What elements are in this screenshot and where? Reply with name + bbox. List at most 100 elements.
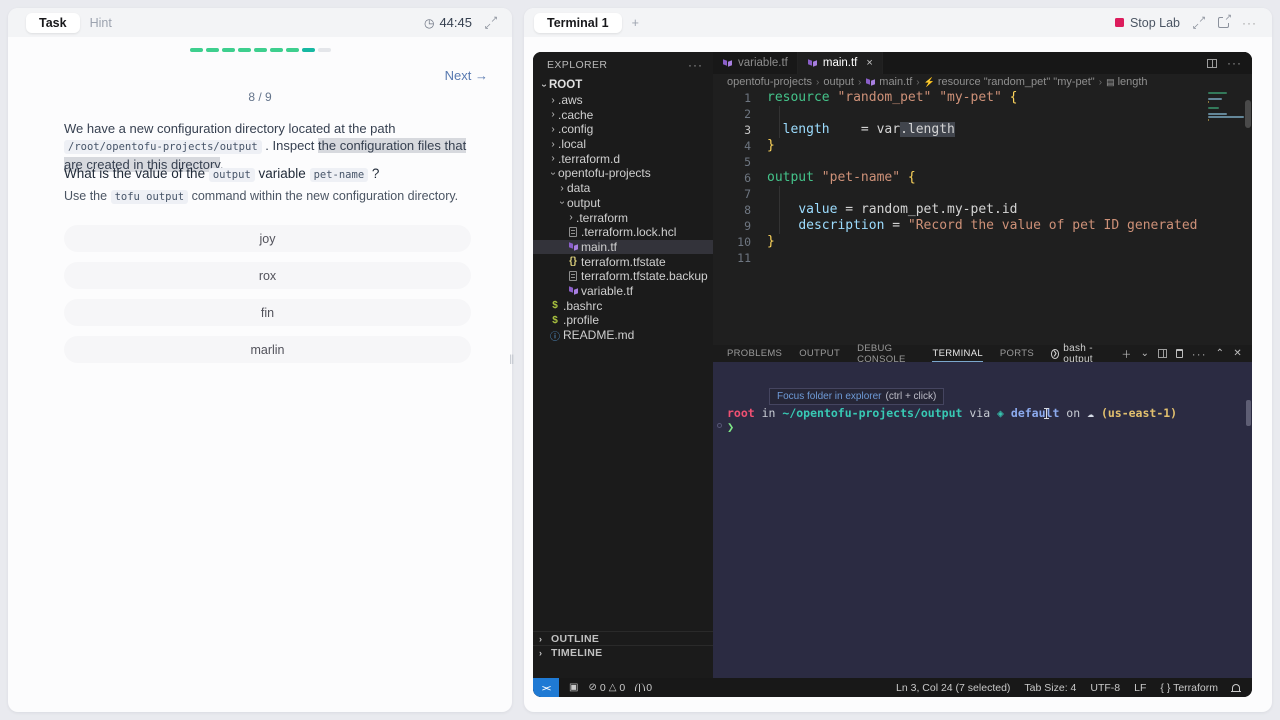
minimap[interactable]: [1204, 90, 1252, 345]
code-line-8[interactable]: 8 value = random_pet.my-pet.id: [713, 202, 1252, 218]
tree-item--aws[interactable]: › .aws: [533, 93, 713, 108]
breadcrumb-item[interactable]: opentofu-projects: [727, 76, 812, 88]
tree-item-data[interactable]: › data: [533, 181, 713, 196]
tree-item-root[interactable]: › ROOT: [533, 78, 713, 93]
chevron-right-icon: ›: [539, 633, 543, 644]
vscode-window: EXPLORER ··· › ROOT › .aws › .cache › .config ›.…: [533, 52, 1252, 697]
tab-task[interactable]: Task: [26, 12, 80, 33]
breadcrumb-label: main.tf: [879, 76, 913, 88]
eol-indicator[interactable]: LF: [1134, 682, 1146, 694]
split-terminal-icon[interactable]: [1158, 349, 1167, 358]
code-line-10[interactable]: 10}: [713, 234, 1252, 250]
tree-item--bashrc[interactable]: $ .bashrc: [533, 298, 713, 313]
tree-item-output[interactable]: › output: [533, 196, 713, 211]
next-button[interactable]: Next →: [445, 68, 488, 83]
kill-terminal-icon[interactable]: [1175, 349, 1183, 358]
breadcrumb-item[interactable]: main.tf: [865, 76, 912, 88]
encoding-indicator[interactable]: UTF-8: [1090, 682, 1120, 694]
tree-item--terraform-d[interactable]: › .terraform.d: [533, 151, 713, 166]
line-number: 7: [744, 187, 751, 201]
breadcrumb-item[interactable]: output: [823, 76, 854, 88]
code-line-11[interactable]: 11: [713, 250, 1252, 266]
editor-more-icon[interactable]: ···: [1227, 56, 1242, 70]
error-icon: ⊘: [588, 682, 597, 693]
breadcrumb-item[interactable]: ⚡ resource "random_pet" "my-pet": [924, 76, 1095, 88]
code-area[interactable]: 1 resource "random_pet" "my-pet" {2 3 leng…: [713, 90, 1252, 345]
code-line-9[interactable]: 9 description = "Record the value of pet…: [713, 218, 1252, 234]
breadcrumb-label: output: [823, 76, 854, 88]
close-tab-icon[interactable]: ×: [866, 57, 872, 69]
editor-tab-main-tf[interactable]: main.tf ×: [797, 52, 883, 74]
code-line-6[interactable]: 6 output "pet-name" {: [713, 170, 1252, 186]
tree-item--local[interactable]: › .local: [533, 137, 713, 152]
feedback-icon[interactable]: ▣: [569, 682, 578, 693]
new-terminal-icon[interactable]: ＋: [1121, 346, 1131, 361]
code-line-7[interactable]: 7: [713, 186, 1252, 202]
option-marlin[interactable]: marlin: [64, 336, 471, 363]
expand-panel-icon[interactable]: [484, 14, 498, 32]
option-joy[interactable]: joy: [64, 225, 471, 252]
tree-item-readme-md[interactable]: ⓘ README.md: [533, 328, 713, 343]
panel-more-icon[interactable]: ···: [1192, 347, 1207, 361]
tree-item--config[interactable]: › .config: [533, 122, 713, 137]
problems-indicator[interactable]: ⊘ 0 △ 0: [588, 682, 625, 694]
tree-item-terraform-tfstate-backup[interactable]: terraform.tfstate.backup: [533, 269, 713, 284]
panel-tab-debug-console[interactable]: DEBUG CONSOLE: [857, 343, 915, 365]
code-line-3[interactable]: 3 length = var.length: [713, 122, 1252, 138]
option-rox[interactable]: rox: [64, 262, 471, 289]
editor-scrollbar[interactable]: [1245, 100, 1251, 128]
close-panel-icon[interactable]: ✕: [1233, 348, 1242, 359]
code-line-4[interactable]: 4}: [713, 138, 1252, 154]
fullscreen-icon[interactable]: [1192, 14, 1206, 32]
tree-item--terraform-lock-hcl[interactable]: .terraform.lock.hcl: [533, 225, 713, 240]
tree-item--cache[interactable]: › .cache: [533, 107, 713, 122]
tree-item-label: .local: [558, 137, 587, 152]
terminal-1-tab[interactable]: Terminal 1: [534, 12, 622, 33]
panel-tab-terminal[interactable]: TERMINAL: [932, 345, 982, 362]
tree-item-label: terraform.tfstate.backup: [581, 269, 708, 284]
stop-lab-button[interactable]: Stop Lab: [1114, 16, 1180, 30]
panel-tab-output[interactable]: OUTPUT: [799, 345, 840, 362]
breadcrumb-separator: ›: [1098, 76, 1103, 88]
pet-name-code-chip: pet-name: [309, 168, 369, 182]
tree-item--terraform[interactable]: › .terraform: [533, 210, 713, 225]
tree-item-opentofu-projects[interactable]: › opentofu-projects: [533, 166, 713, 181]
ports-indicator[interactable]: 0: [635, 682, 652, 694]
code-line-5[interactable]: 5: [713, 154, 1252, 170]
outline-section[interactable]: › OUTLINE: [533, 631, 713, 645]
more-options-icon[interactable]: ···: [1242, 17, 1257, 29]
terminal-area[interactable]: Focus folder in explorer (ctrl + click) …: [713, 362, 1252, 678]
notifications-bell-icon[interactable]: [1231, 684, 1241, 692]
tab-label: variable.tf: [738, 57, 788, 69]
explorer-more-icon[interactable]: ···: [688, 58, 703, 72]
tree-item-variable-tf[interactable]: variable.tf: [533, 284, 713, 299]
progress-segment: [205, 48, 219, 52]
add-terminal-button[interactable]: +: [622, 13, 649, 33]
code-line-2[interactable]: 2: [713, 106, 1252, 122]
tree-item-label: output: [567, 195, 601, 210]
timeline-section[interactable]: › TIMELINE: [533, 645, 713, 659]
tree-item-main-tf[interactable]: main.tf: [533, 239, 713, 255]
code-line-1[interactable]: 1 resource "random_pet" "my-pet" {: [713, 90, 1252, 106]
split-editor-icon[interactable]: [1207, 58, 1217, 68]
tree-item-terraform-tfstate[interactable]: {} terraform.tfstate: [533, 254, 713, 269]
panel-tab-ports[interactable]: PORTS: [1000, 345, 1034, 362]
terminal-scrollbar[interactable]: [1246, 400, 1251, 426]
radio-tower-icon: [635, 683, 646, 692]
maximize-panel-icon[interactable]: ⌃: [1216, 348, 1225, 359]
panel-tab-problems[interactable]: PROBLEMS: [727, 345, 782, 362]
cursor-position[interactable]: Ln 3, Col 24 (7 selected): [896, 682, 1010, 694]
tab-size-indicator[interactable]: Tab Size: 4: [1024, 682, 1076, 694]
text-cursor-pointer: [1044, 408, 1049, 419]
tree-item--profile[interactable]: $ .profile: [533, 313, 713, 328]
remote-indicator[interactable]: ><: [533, 678, 559, 697]
chevron-down-icon[interactable]: ⌄: [1141, 348, 1150, 359]
panel-resize-handle[interactable]: ‖: [509, 352, 515, 367]
language-mode[interactable]: { } Terraform: [1160, 682, 1218, 694]
chevron-right-icon: ›: [569, 212, 573, 224]
tab-hint[interactable]: Hint: [80, 13, 122, 33]
editor-tab-variable-tf[interactable]: variable.tf: [713, 52, 798, 74]
open-new-window-icon[interactable]: [1218, 12, 1232, 28]
breadcrumb-item[interactable]: ▤ length: [1106, 76, 1148, 88]
option-fin[interactable]: fin: [64, 299, 471, 326]
